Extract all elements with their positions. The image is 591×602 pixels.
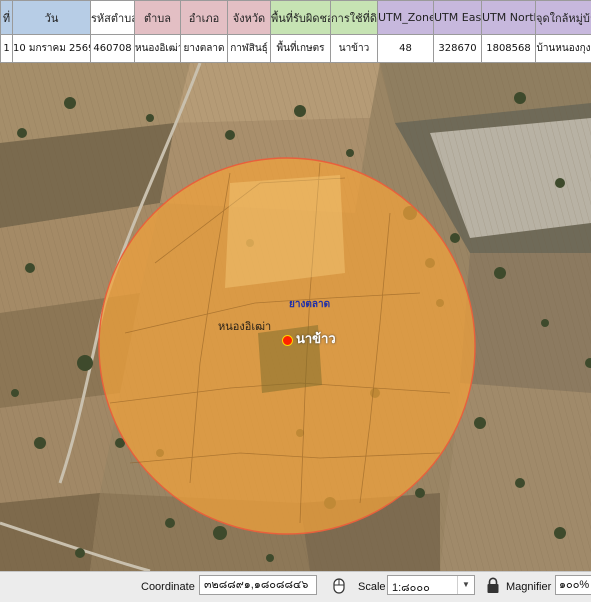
header-land-use[interactable]: การใช้ที่ดิน	[331, 1, 378, 35]
map-canvas[interactable]: ยางตลาด หนองอิเฒ่า นาข้าว	[0, 63, 591, 571]
attribute-table: ที่ วัน รหัสตำบล ตำบล อำเภอ จังหวัด พื้น…	[0, 0, 591, 63]
header-responsible-area[interactable]: พื้นที่รับผิดชอบ	[271, 1, 331, 35]
header-province[interactable]: จังหวัด	[228, 1, 271, 35]
cell-subdistrict[interactable]: หนองอิเฒ่า	[135, 35, 181, 63]
header-subdistrict-code[interactable]: รหัสตำบล	[91, 1, 135, 35]
cell-utm-zone[interactable]: 48	[378, 35, 434, 63]
cell-district[interactable]: ยางตลาด	[181, 35, 228, 63]
table-header-row: ที่ วัน รหัสตำบล ตำบล อำเภอ จังหวัด พื้น…	[1, 1, 591, 35]
cell-date[interactable]: 10 มกราคม 2569	[13, 35, 91, 63]
mouse-icon[interactable]	[330, 577, 348, 595]
scale-dropdown[interactable]: 1:๘๐๐๐ ▼	[387, 575, 475, 595]
cell-utm-east[interactable]: 328670	[434, 35, 482, 63]
table-row[interactable]: 1 10 มกราคม 2569 460708 หนองอิเฒ่า ยางตล…	[1, 35, 591, 63]
cell-nearest-village[interactable]: บ้านหนองกุง	[536, 35, 591, 63]
district-label: ยางตลาด	[289, 297, 330, 312]
satellite-imagery	[0, 63, 591, 571]
header-utm-zone[interactable]: UTM_Zone	[378, 1, 434, 35]
cell-utm-north[interactable]: 1808568	[482, 35, 536, 63]
header-utm-east[interactable]: UTM East	[434, 1, 482, 35]
header-id[interactable]: ที่	[1, 1, 13, 35]
scale-label: Scale	[358, 581, 386, 593]
scale-value: 1:๘๐๐๐	[392, 578, 430, 596]
land-use-label: นาข้าว	[296, 328, 336, 349]
header-subdistrict[interactable]: ตำบล	[135, 1, 181, 35]
cell-responsible-area[interactable]: พื้นที่เกษตร	[271, 35, 331, 63]
header-date[interactable]: วัน	[13, 1, 91, 35]
cell-id[interactable]: 1	[1, 35, 13, 63]
header-district[interactable]: อำเภอ	[181, 1, 228, 35]
magnifier-label: Magnifier	[506, 581, 551, 593]
cell-land-use[interactable]: นาข้าว	[331, 35, 378, 63]
lock-icon[interactable]	[486, 577, 500, 594]
magnifier-field[interactable]: ๑๐๐%	[555, 575, 591, 595]
dropdown-arrow-icon[interactable]: ▼	[457, 576, 474, 594]
subdistrict-label: หนองอิเฒ่า	[218, 317, 271, 335]
cell-province[interactable]: กาฬสินธุ์	[228, 35, 271, 63]
header-nearest-village[interactable]: จุดใกล้หมู่บ้าน	[536, 1, 591, 35]
header-utm-north[interactable]: UTM North	[482, 1, 536, 35]
status-bar: Coordinate ๓๒๘๘๙๑,๑๘๐๘๘๔๖ Scale 1:๘๐๐๐ ▼…	[0, 571, 591, 602]
coordinate-field[interactable]: ๓๒๘๘๙๑,๑๘๐๘๘๔๖	[199, 575, 317, 595]
coordinate-label: Coordinate	[141, 581, 195, 593]
cell-subdistrict-code[interactable]: 460708	[91, 35, 135, 63]
point-marker[interactable]	[282, 335, 293, 346]
